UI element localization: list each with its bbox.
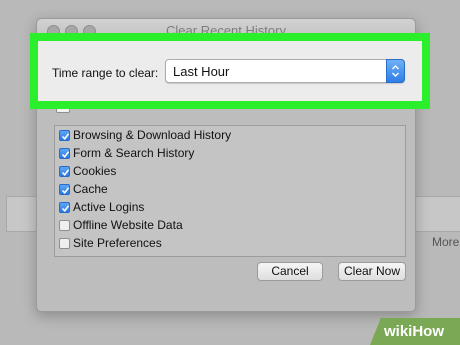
checkbox-cookies[interactable]: [59, 166, 70, 177]
item-label: Offline Website Data: [73, 218, 183, 232]
wikihow-watermark: wikiHow: [370, 318, 460, 345]
clear-now-button[interactable]: Clear Now: [338, 262, 406, 281]
more-link[interactable]: More: [432, 235, 459, 249]
item-label: Browsing & Download History: [73, 128, 232, 142]
watermark-text: wikiHow: [384, 323, 445, 340]
checkbox-site-preferences[interactable]: [59, 238, 70, 249]
item-label: Cookies: [73, 164, 117, 178]
item-label: Site Preferences: [73, 236, 162, 250]
history-items-list: Browsing & Download History Form & Searc…: [54, 125, 406, 257]
checkbox-offline-website-data[interactable]: [59, 220, 70, 231]
item-label: Form & Search History: [73, 146, 195, 160]
checkbox-cache[interactable]: [59, 184, 70, 195]
time-range-value: Last Hour: [173, 64, 230, 79]
time-range-select[interactable]: Last Hour: [165, 59, 405, 83]
item-label: Active Logins: [73, 200, 145, 214]
checkbox-browsing-history[interactable]: [59, 130, 70, 141]
select-arrows-icon[interactable]: [386, 59, 405, 83]
checkbox-active-logins[interactable]: [59, 202, 70, 213]
cancel-button[interactable]: Cancel: [257, 262, 323, 281]
item-label: Cache: [73, 182, 108, 196]
checkbox-form-search-history[interactable]: [59, 148, 70, 159]
time-range-label: Time range to clear:: [52, 66, 159, 80]
time-range-highlight: Time range to clear: Last Hour: [30, 33, 430, 109]
